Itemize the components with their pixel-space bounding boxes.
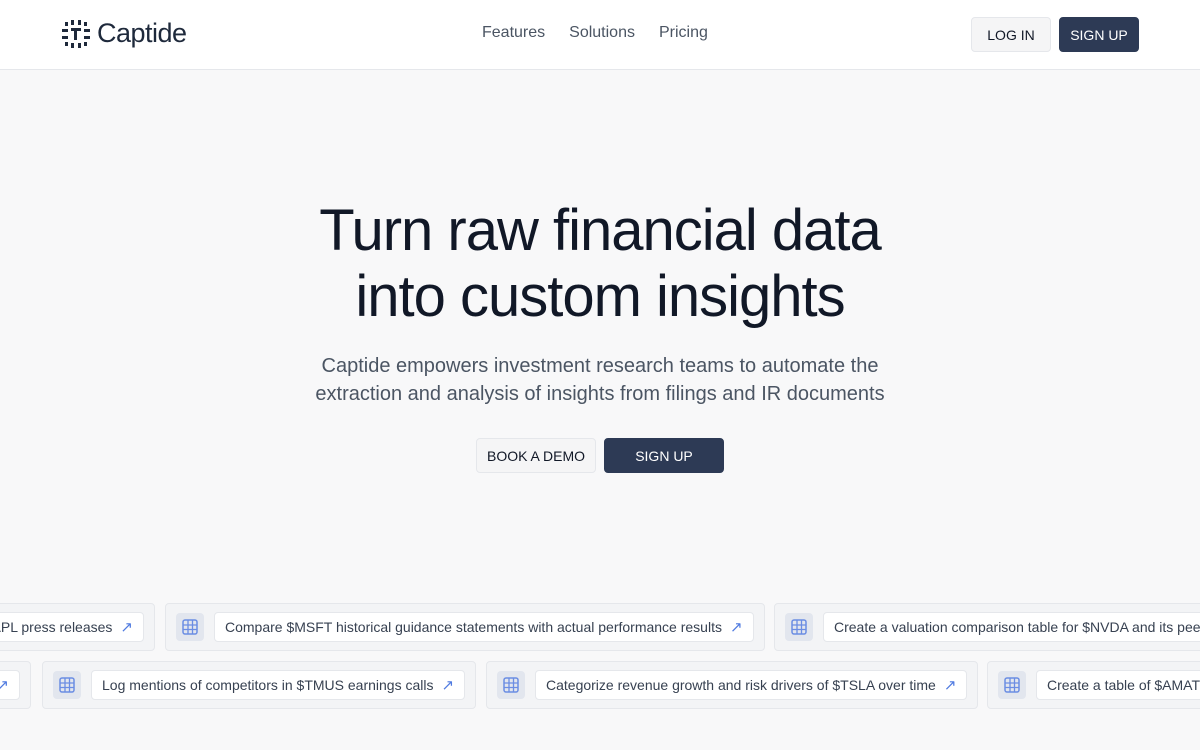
prompt-card[interactable]: Categorize revenue growth and risk drive… xyxy=(486,661,979,709)
prompt-chip[interactable]: Create a table of $AMAT↗ xyxy=(1036,670,1200,700)
prompt-text: Compare $MSFT historical guidance statem… xyxy=(225,619,722,635)
prompt-text: Create a table of $AMAT xyxy=(1047,677,1200,693)
hero-title: Turn raw financial data into custom insig… xyxy=(0,198,1200,330)
header: Captide Features Solutions Pricing LOG I… xyxy=(0,0,1200,70)
prompt-card[interactable]: ↗ xyxy=(0,661,31,709)
prompt-card[interactable]: Create a valuation comparison table for … xyxy=(774,603,1200,651)
title-line-1: Turn raw financial data xyxy=(319,198,882,263)
prompt-card[interactable]: Log mentions of competitors in $TMUS ear… xyxy=(42,661,477,709)
prompt-chip[interactable]: Log mentions of competitors in $TMUS ear… xyxy=(91,670,466,700)
login-button[interactable]: LOG IN xyxy=(971,17,1051,52)
subtitle-line-1: Captide empowers investment research tea… xyxy=(321,355,879,377)
prompt-chip[interactable]: Create a valuation comparison table for … xyxy=(823,612,1200,642)
signup-button[interactable]: SIGN UP xyxy=(1059,17,1139,52)
prompt-card[interactable]: APL press releases ↗ xyxy=(0,603,155,651)
arrow-up-right-icon: ↗ xyxy=(729,619,743,636)
hero-signup-button[interactable]: SIGN UP xyxy=(604,438,724,473)
nav-pricing[interactable]: Pricing xyxy=(659,24,708,42)
logo-icon xyxy=(62,19,90,48)
prompt-text: Categorize revenue growth and risk drive… xyxy=(546,677,936,693)
logo-text: Captide xyxy=(97,18,187,48)
nav-features[interactable]: Features xyxy=(482,24,545,42)
table-icon xyxy=(497,671,525,699)
prompt-chip[interactable]: ↗ xyxy=(0,670,20,700)
prompt-text: APL press releases xyxy=(0,619,113,635)
prompt-row-2: ↗ Log mentions of competitors in $TMUS ea… xyxy=(0,661,1200,709)
table-icon xyxy=(785,613,813,641)
subtitle-line-2: extraction and analysis of insights from… xyxy=(315,383,885,405)
nav-solutions[interactable]: Solutions xyxy=(569,24,635,42)
arrow-up-right-icon: ↗ xyxy=(120,619,133,636)
arrow-up-right-icon: ↗ xyxy=(0,677,9,694)
table-icon xyxy=(53,671,81,699)
logo[interactable]: Captide xyxy=(61,18,187,49)
prompt-chip[interactable]: Categorize revenue growth and risk drive… xyxy=(535,670,968,700)
hero-subtitle: Captide empowers investment research tea… xyxy=(0,352,1200,408)
prompt-card[interactable]: Create a table of $AMAT↗ xyxy=(987,661,1200,709)
table-icon xyxy=(176,613,204,641)
prompt-row-1: APL press releases ↗ Compare $MSFT histori… xyxy=(0,603,1200,651)
title-line-2: into custom insights xyxy=(355,264,845,329)
arrow-up-right-icon: ↗ xyxy=(441,677,455,694)
table-icon xyxy=(998,671,1026,699)
prompt-chip[interactable]: Compare $MSFT historical guidance statem… xyxy=(214,612,754,642)
main-nav: Features Solutions Pricing xyxy=(482,24,708,42)
prompt-text: Create a valuation comparison table for … xyxy=(834,619,1200,635)
prompt-card[interactable]: Compare $MSFT historical guidance statem… xyxy=(165,603,765,651)
prompt-text: Log mentions of competitors in $TMUS ear… xyxy=(102,677,434,693)
book-demo-button[interactable]: BOOK A DEMO xyxy=(476,438,596,473)
arrow-up-right-icon: ↗ xyxy=(943,677,957,694)
prompt-chip[interactable]: APL press releases ↗ xyxy=(0,612,144,642)
